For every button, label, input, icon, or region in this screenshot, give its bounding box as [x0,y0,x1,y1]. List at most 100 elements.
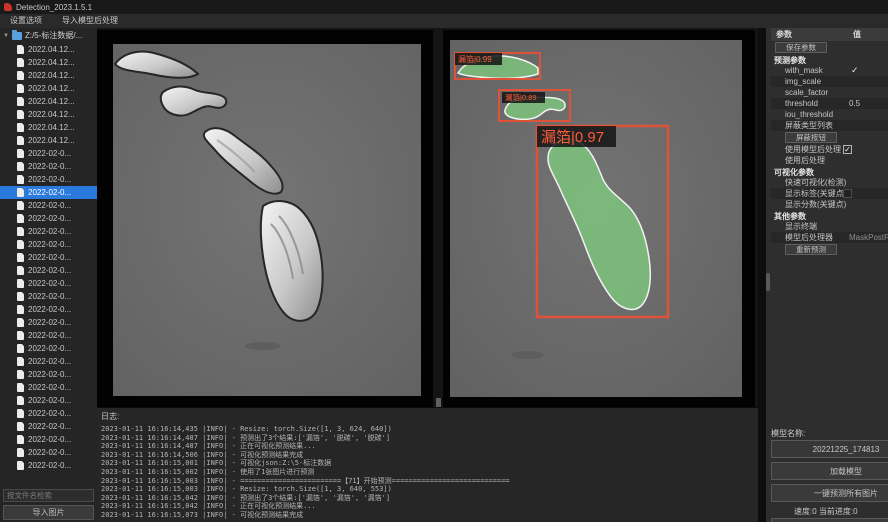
tree-item-label: 2022-02-0... [28,409,71,418]
tree-item[interactable]: 2022-02-0... [0,290,97,303]
tree-item-label: 2022-02-0... [28,435,71,444]
model-name-field[interactable]: 20221225_174813 [771,440,888,458]
file-icon [17,136,24,145]
file-icon [17,175,24,184]
tree-item-label: 2022.04.12... [28,97,75,106]
param-row[interactable]: scale_factor [771,87,888,98]
param-row[interactable]: 屏蔽类型列表 [771,120,888,131]
tree-item[interactable]: 2022-02-0... [0,459,97,472]
param-value: 0.5 [849,99,860,108]
tree-item[interactable]: 2022-02-0... [0,316,97,329]
tree-item-label: 2022-02-0... [28,201,71,210]
file-icon [17,266,24,275]
title-bar: Detection_2023.1.5.1 [0,0,888,14]
file-icon [17,344,24,353]
tree-item[interactable]: 2022-02-0... [0,394,97,407]
tree-item[interactable]: 2022.04.12... [0,43,97,56]
param-row[interactable]: 显示终端 [771,221,888,232]
tree-item[interactable]: 2022-02-0... [0,420,97,433]
param-row[interactable]: 显示标签(关键点) [771,188,888,199]
file-icon [17,331,24,340]
file-icon [17,97,24,106]
tree-item-label: 2022.04.12... [28,71,75,80]
tree-item-label: 2022-02-0... [28,162,71,171]
tree-root-node[interactable]: ▼ Z:/5-标注数据/... [0,28,97,43]
tree-item[interactable]: 2022-02-0... [0,251,97,264]
checkbox-unchecked[interactable] [843,189,852,198]
param-button[interactable]: 重新预测 [785,244,837,255]
tree-item[interactable]: 2022-02-0... [0,173,97,186]
file-icon [17,305,24,314]
tree-item[interactable]: 2022-02-0... [0,303,97,316]
param-button[interactable]: 屏蔽按钮 [785,132,837,143]
tree-item[interactable]: 2022-02-0... [0,264,97,277]
param-row[interactable]: 使用模型后处理✓ [771,144,888,155]
expand-arrow-icon[interactable]: ▼ [3,33,9,39]
model-name-label: 模型名称: [771,428,888,440]
param-row[interactable]: 显示分数(关键点) [771,199,888,210]
param-label: 模型后处理器 [785,232,833,243]
search-input[interactable] [3,489,94,502]
file-icon [17,71,24,80]
tree-item[interactable]: 2022-02-0... [0,225,97,238]
param-row[interactable]: with_mask✓ [771,65,888,76]
menu-settings[interactable]: 设置选项 [0,14,52,28]
tree-item-label: 2022.04.12... [28,84,75,93]
tree-item[interactable]: 2022-02-0... [0,147,97,160]
tree-item[interactable]: 2022-02-0... [0,199,97,212]
tree-item-label: 2022-02-0... [28,318,71,327]
tree-item[interactable]: 2022-02-0... [0,342,97,355]
panel-gap [758,28,766,522]
check-icon[interactable]: ✓ [851,65,859,76]
tree-item[interactable]: 2022-02-0... [0,407,97,420]
tree-item[interactable]: 2022-02-0... [0,329,97,342]
param-row[interactable]: 使用后处理 [771,155,888,166]
tree-item[interactable]: 2022-02-0... [0,212,97,225]
tree-item[interactable]: 2022.04.12... [0,95,97,108]
checkbox-checked[interactable]: ✓ [843,145,852,154]
tree-item[interactable]: 2022-02-0... [0,446,97,459]
tree-item[interactable]: 2022-02-0... [0,381,97,394]
predict-all-button[interactable]: 一键预测所有图片 [771,484,888,502]
tree-item-label: 2022-02-0... [28,305,71,314]
prediction-image-panel[interactable]: 漏箔|0.99 漏箔|0.89 漏箔|0.97 [443,30,755,407]
tree-item[interactable]: 2022-02-0... [0,368,97,381]
param-row[interactable]: 快速可视化(检测) [771,177,888,188]
tree-item[interactable]: 2022-02-0... [0,277,97,290]
tree-item[interactable]: 2022.04.12... [0,108,97,121]
param-row[interactable]: threshold0.5 [771,98,888,109]
tree-item[interactable]: 2022.04.12... [0,134,97,147]
file-icon [17,84,24,93]
param-row[interactable]: 模型后处理器MaskPostProc [771,232,888,243]
tree-item[interactable]: 2022-02-0... [0,238,97,251]
original-image-panel[interactable] [97,30,433,407]
load-model-button[interactable]: 加载模型 [771,462,888,480]
tree-item-label: 2022-02-0... [28,214,71,223]
tree-item-label: 2022-02-0... [28,253,71,262]
postprocess-settings-button[interactable]: 后处理参数设置 [771,518,888,522]
tree-item[interactable]: 2022.04.12... [0,121,97,134]
params-header: 参数 值 [771,28,888,41]
param-label: img_scale [785,77,821,86]
progress-status: 速度:0 当前进度:0 [771,506,888,518]
tree-item-label: 2022-02-0... [28,331,71,340]
import-images-button[interactable]: 导入图片 [3,505,94,520]
file-icon [17,448,24,457]
param-button[interactable]: 保存参数 [775,42,827,53]
param-row[interactable]: img_scale [771,76,888,87]
tree-item[interactable]: 2022.04.12... [0,56,97,69]
window-title: Detection_2023.1.5.1 [16,3,92,12]
log-area[interactable]: 日志: 2023-01-11 16:16:14,435 |INFO| - Res… [97,407,758,522]
tree-item[interactable]: 2022-02-0... [0,160,97,173]
log-line: 2023-01-11 16:16:15,002 |INFO| - 使用了1张图片… [101,468,758,477]
param-row[interactable]: iou_threshold [771,109,888,120]
tree-item[interactable]: 2022-02-0... [0,186,97,199]
tree-item[interactable]: 2022.04.12... [0,69,97,82]
menu-import-postprocess[interactable]: 导入模型后处理 [52,14,128,28]
tree-item[interactable]: 2022-02-0... [0,355,97,368]
param-label: 显示标签(关键点) [785,188,846,199]
param-label: iou_threshold [785,110,833,119]
tree-item[interactable]: 2022.04.12... [0,82,97,95]
scrollbar-thumb[interactable] [766,273,770,291]
tree-item[interactable]: 2022-02-0... [0,433,97,446]
